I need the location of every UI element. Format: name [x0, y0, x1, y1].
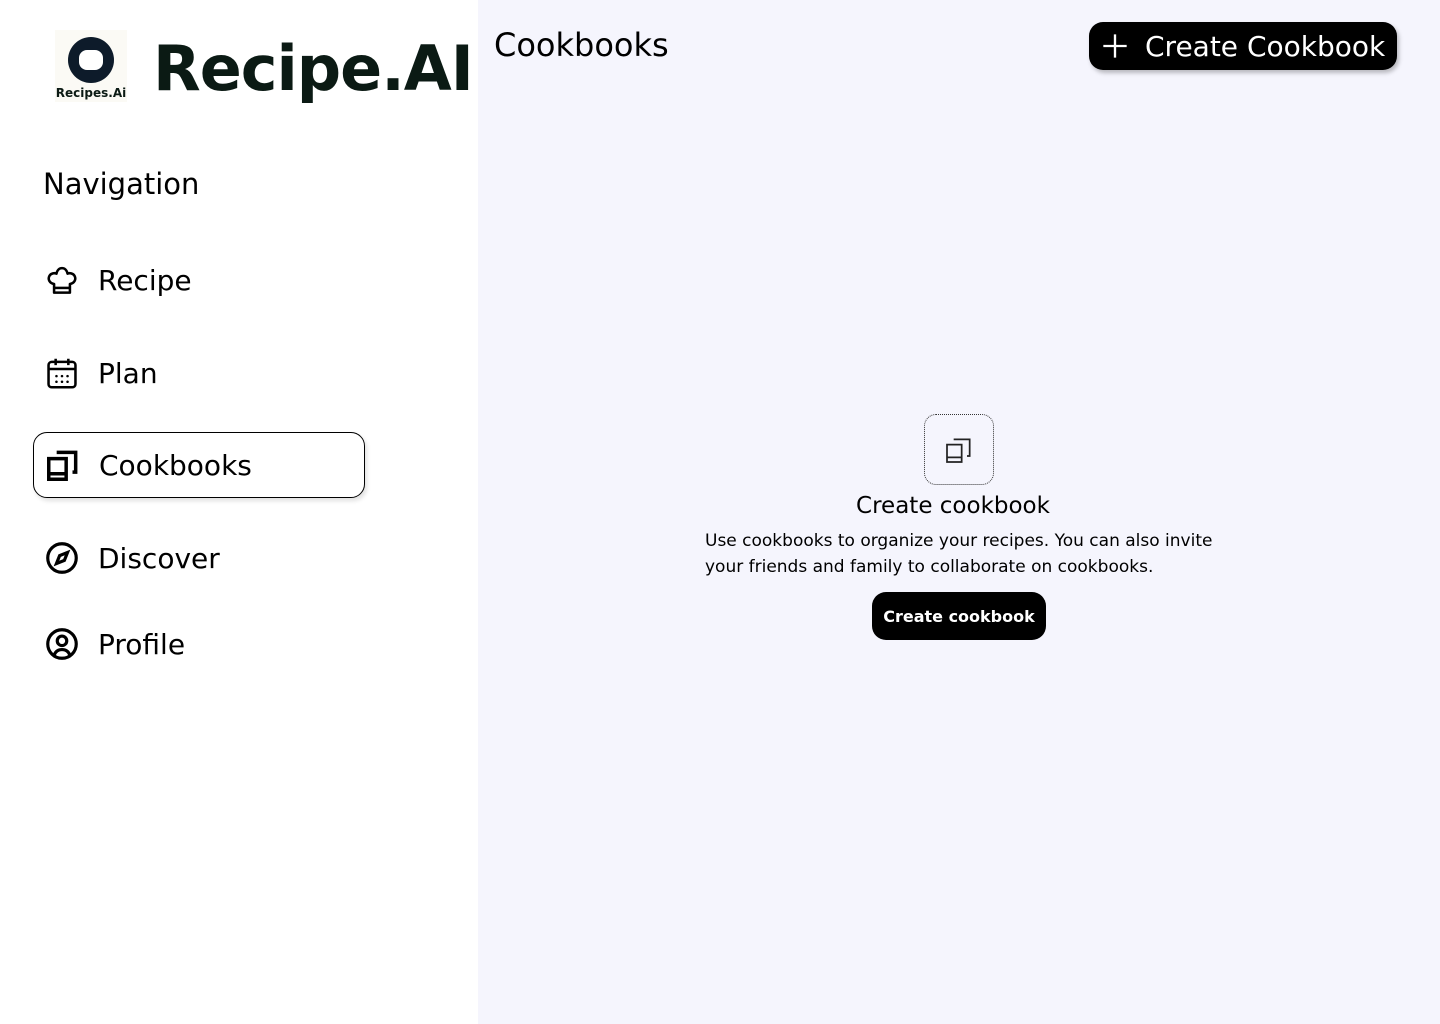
calendar-icon: [47, 358, 77, 389]
sidebar-item-label: Plan: [98, 356, 158, 390]
empty-state-description: Use cookbooks to organize your recipes. …: [705, 531, 1213, 577]
logo: Recipes.Ai: [55, 30, 127, 102]
sidebar-item-profile[interactable]: Profile: [33, 611, 365, 677]
sidebar: Recipes.Ai Recipe.AI Navigation Recipe P…: [0, 0, 478, 1024]
sidebar-item-discover[interactable]: Discover: [33, 525, 365, 591]
sidebar-item-label: Discover: [98, 541, 220, 575]
sidebar-item-cookbooks[interactable]: Cookbooks: [33, 432, 365, 498]
create-cookbook-header-label: Create Cookbook: [1145, 29, 1386, 63]
brand-title: Recipe.AI: [153, 32, 474, 105]
cookbooks-icon: [946, 437, 971, 463]
empty-state-title: Create cookbook: [856, 493, 1050, 519]
sidebar-item-recipe[interactable]: Recipe: [33, 247, 365, 313]
user-circle-icon: [46, 628, 78, 660]
sidebar-item-label: Cookbooks: [99, 448, 252, 482]
nav-title: Navigation: [43, 167, 200, 201]
sidebar-item-label: Profile: [98, 627, 186, 661]
chef-hat-icon: [47, 266, 77, 294]
create-cookbook-button[interactable]: Create cookbook: [872, 592, 1046, 640]
cookbooks-icon: [47, 450, 78, 481]
create-cookbook-header-button[interactable]: Create Cookbook: [1089, 22, 1397, 70]
sidebar-item-label: Recipe: [98, 263, 192, 297]
plus-icon: [1103, 34, 1127, 58]
logo-text: Recipes.Ai: [55, 86, 127, 100]
page-title: Cookbooks: [494, 26, 669, 64]
empty-state-icon-box: [924, 414, 994, 485]
compass-icon: [46, 542, 78, 574]
chef-logo-icon: [68, 37, 114, 83]
sidebar-item-plan[interactable]: Plan: [33, 340, 365, 406]
